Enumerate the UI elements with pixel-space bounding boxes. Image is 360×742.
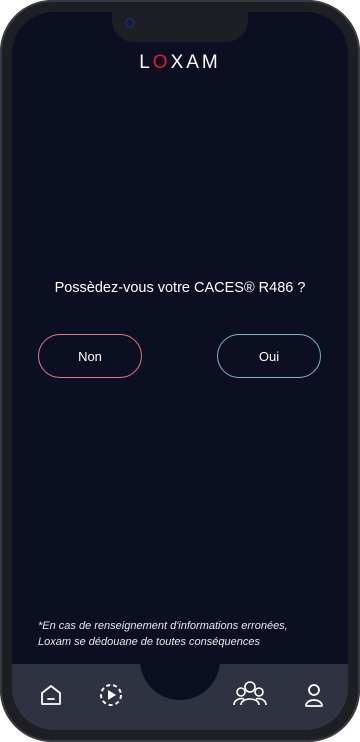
app-screen: LOXAM Possèdez-vous votre CACES® R486 ? … (12, 12, 348, 730)
profile-icon[interactable] (302, 681, 326, 709)
disclaimer-line-1: *En cas de renseignement d'informations … (38, 620, 288, 632)
community-icon[interactable] (232, 677, 268, 709)
disclaimer-text: *En cas de renseignement d'informations … (38, 619, 338, 650)
disclaimer-line-2: Loxam se dédouane de toutes conséquences (38, 635, 260, 648)
no-button[interactable]: Non (38, 334, 142, 378)
home-icon[interactable] (38, 682, 64, 708)
caces-question: Possèdez-vous votre CACES® R486 ? (54, 280, 306, 296)
loxam-logo: LOXAM (139, 52, 221, 73)
camera-icon (125, 18, 135, 28)
play-icon[interactable] (97, 681, 125, 709)
tab-bar-notch (140, 660, 220, 700)
yes-button[interactable]: Oui (217, 334, 321, 378)
